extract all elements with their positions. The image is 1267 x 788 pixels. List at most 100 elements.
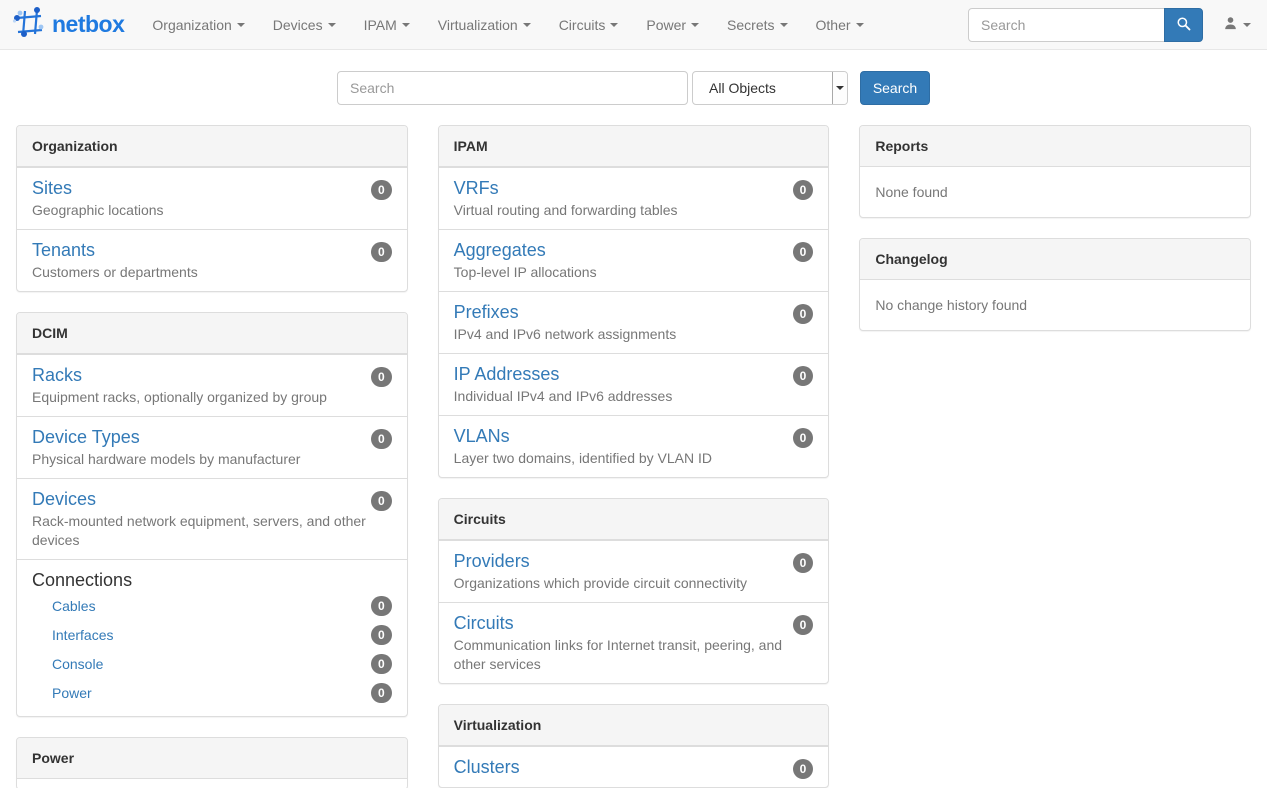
- panel-changelog: Changelog No change history found: [859, 238, 1251, 331]
- list-item: 0 Devices Rack-mounted network equipment…: [17, 478, 407, 559]
- count-badge: 0: [793, 553, 814, 573]
- select-caret-strip: [832, 72, 847, 104]
- link-aggregates[interactable]: Aggregates: [454, 240, 546, 260]
- link-tenants[interactable]: Tenants: [32, 240, 95, 260]
- navbar-search-input[interactable]: [968, 8, 1165, 42]
- chevron-down-icon: [856, 23, 864, 27]
- changelog-empty-message: No change history found: [860, 280, 1250, 330]
- panel-dcim: DCIM 0 Racks Equipment racks, optionally…: [16, 312, 408, 717]
- brand-text: netbox: [52, 11, 124, 38]
- connection-row: Interfaces 0: [32, 620, 392, 649]
- panel-reports: Reports None found: [859, 125, 1251, 218]
- list-item: 0 Clusters: [439, 746, 829, 787]
- nav-item-other[interactable]: Other: [802, 0, 878, 50]
- count-badge: 0: [371, 180, 392, 200]
- navbar-search-button[interactable]: [1164, 8, 1203, 42]
- link-clusters[interactable]: Clusters: [454, 757, 520, 777]
- list-item: 0 IP Addresses Individual IPv4 and IPv6 …: [439, 353, 829, 415]
- panel-body: [17, 779, 407, 788]
- user-menu-button[interactable]: [1203, 16, 1267, 34]
- item-description: Communication links for Internet transit…: [454, 636, 814, 674]
- nav-item-power[interactable]: Power: [632, 0, 713, 50]
- link-sites[interactable]: Sites: [32, 178, 72, 198]
- chevron-down-icon: [523, 23, 531, 27]
- link-vlans[interactable]: VLANs: [454, 426, 510, 446]
- panel-power: Power: [16, 737, 408, 788]
- nav-item-circuits[interactable]: Circuits: [545, 0, 633, 50]
- panel-circuits: Circuits 0 Providers Organizations which…: [438, 498, 830, 684]
- link-devices[interactable]: Devices: [32, 489, 96, 509]
- list-item: 0 Aggregates Top-level IP allocations: [439, 229, 829, 291]
- chevron-down-icon: [780, 23, 788, 27]
- nav-item-secrets[interactable]: Secrets: [713, 0, 801, 50]
- global-search-button[interactable]: Search: [860, 71, 930, 105]
- netbox-logo-icon: [12, 6, 46, 43]
- panel-heading: DCIM: [17, 313, 407, 354]
- column-middle: IPAM 0 VRFs Virtual routing and forwardi…: [438, 125, 830, 788]
- item-description: IPv4 and IPv6 network assignments: [454, 325, 814, 344]
- item-description: Physical hardware models by manufacturer: [32, 450, 392, 469]
- reports-empty-message: None found: [860, 167, 1250, 217]
- link-vrfs[interactable]: VRFs: [454, 178, 499, 198]
- panel-heading: Virtualization: [439, 705, 829, 746]
- list-item: 0 Device Types Physical hardware models …: [17, 416, 407, 478]
- link-cables[interactable]: Cables: [52, 598, 96, 614]
- list-item: 0 VLANs Layer two domains, identified by…: [439, 415, 829, 477]
- count-badge: 0: [793, 242, 814, 262]
- item-description: Top-level IP allocations: [454, 263, 814, 282]
- link-prefixes[interactable]: Prefixes: [454, 302, 519, 322]
- brand-link[interactable]: netbox: [0, 6, 132, 43]
- chevron-down-icon: [691, 23, 699, 27]
- chevron-down-icon: [836, 86, 844, 90]
- panel-heading: Circuits: [439, 499, 829, 540]
- list-item: 0 Tenants Customers or departments: [17, 229, 407, 291]
- count-badge: 0: [793, 180, 814, 200]
- nav-item-ipam[interactable]: IPAM: [350, 0, 424, 50]
- nav-item-devices[interactable]: Devices: [259, 0, 350, 50]
- global-search-input[interactable]: [337, 71, 688, 105]
- nav-item-organization[interactable]: Organization: [138, 0, 258, 50]
- panel-virtualization: Virtualization 0 Clusters: [438, 704, 830, 788]
- item-description: Layer two domains, identified by VLAN ID: [454, 449, 814, 468]
- link-console[interactable]: Console: [52, 656, 103, 672]
- navbar-search: [968, 8, 1203, 42]
- list-item: 0 VRFs Virtual routing and forwarding ta…: [439, 167, 829, 229]
- column-left: Organization 0 Sites Geographic location…: [16, 125, 408, 788]
- link-ip-addresses[interactable]: IP Addresses: [454, 364, 560, 384]
- count-badge: 0: [371, 683, 392, 703]
- list-item: 0 Racks Equipment racks, optionally orga…: [17, 354, 407, 416]
- link-power-connections[interactable]: Power: [52, 685, 92, 701]
- panel-heading: IPAM: [439, 126, 829, 167]
- count-badge: 0: [371, 654, 392, 674]
- count-badge: 0: [793, 759, 814, 779]
- link-providers[interactable]: Providers: [454, 551, 530, 571]
- chevron-down-icon: [237, 23, 245, 27]
- chevron-down-icon: [610, 23, 618, 27]
- object-type-select[interactable]: All Objects: [692, 71, 848, 105]
- count-badge: 0: [371, 429, 392, 449]
- list-item: 0 Prefixes IPv4 and IPv6 network assignm…: [439, 291, 829, 353]
- link-racks[interactable]: Racks: [32, 365, 82, 385]
- link-device-types[interactable]: Device Types: [32, 427, 140, 447]
- panel-ipam: IPAM 0 VRFs Virtual routing and forwardi…: [438, 125, 830, 478]
- user-icon: [1223, 16, 1238, 34]
- link-interfaces[interactable]: Interfaces: [52, 627, 113, 643]
- panel-heading: Power: [17, 738, 407, 779]
- chevron-down-icon: [1243, 23, 1251, 27]
- list-item: 0 Providers Organizations which provide …: [439, 540, 829, 602]
- object-type-selected-value: All Objects: [693, 80, 832, 96]
- dashboard-content: Organization 0 Sites Geographic location…: [0, 125, 1267, 788]
- connection-row: Cables 0: [32, 591, 392, 620]
- connections-heading: Connections: [32, 569, 392, 591]
- nav-item-virtualization[interactable]: Virtualization: [424, 0, 545, 50]
- count-badge: 0: [371, 596, 392, 616]
- link-circuits[interactable]: Circuits: [454, 613, 514, 633]
- top-navbar: netbox Organization Devices IPAM Virtual…: [0, 0, 1267, 50]
- item-description: Equipment racks, optionally organized by…: [32, 388, 392, 407]
- list-item: 0 Circuits Communication links for Inter…: [439, 602, 829, 683]
- chevron-down-icon: [328, 23, 336, 27]
- item-description: Organizations which provide circuit conn…: [454, 574, 814, 593]
- count-badge: 0: [371, 367, 392, 387]
- item-description: Customers or departments: [32, 263, 392, 282]
- main-menu: Organization Devices IPAM Virtualization…: [138, 0, 877, 50]
